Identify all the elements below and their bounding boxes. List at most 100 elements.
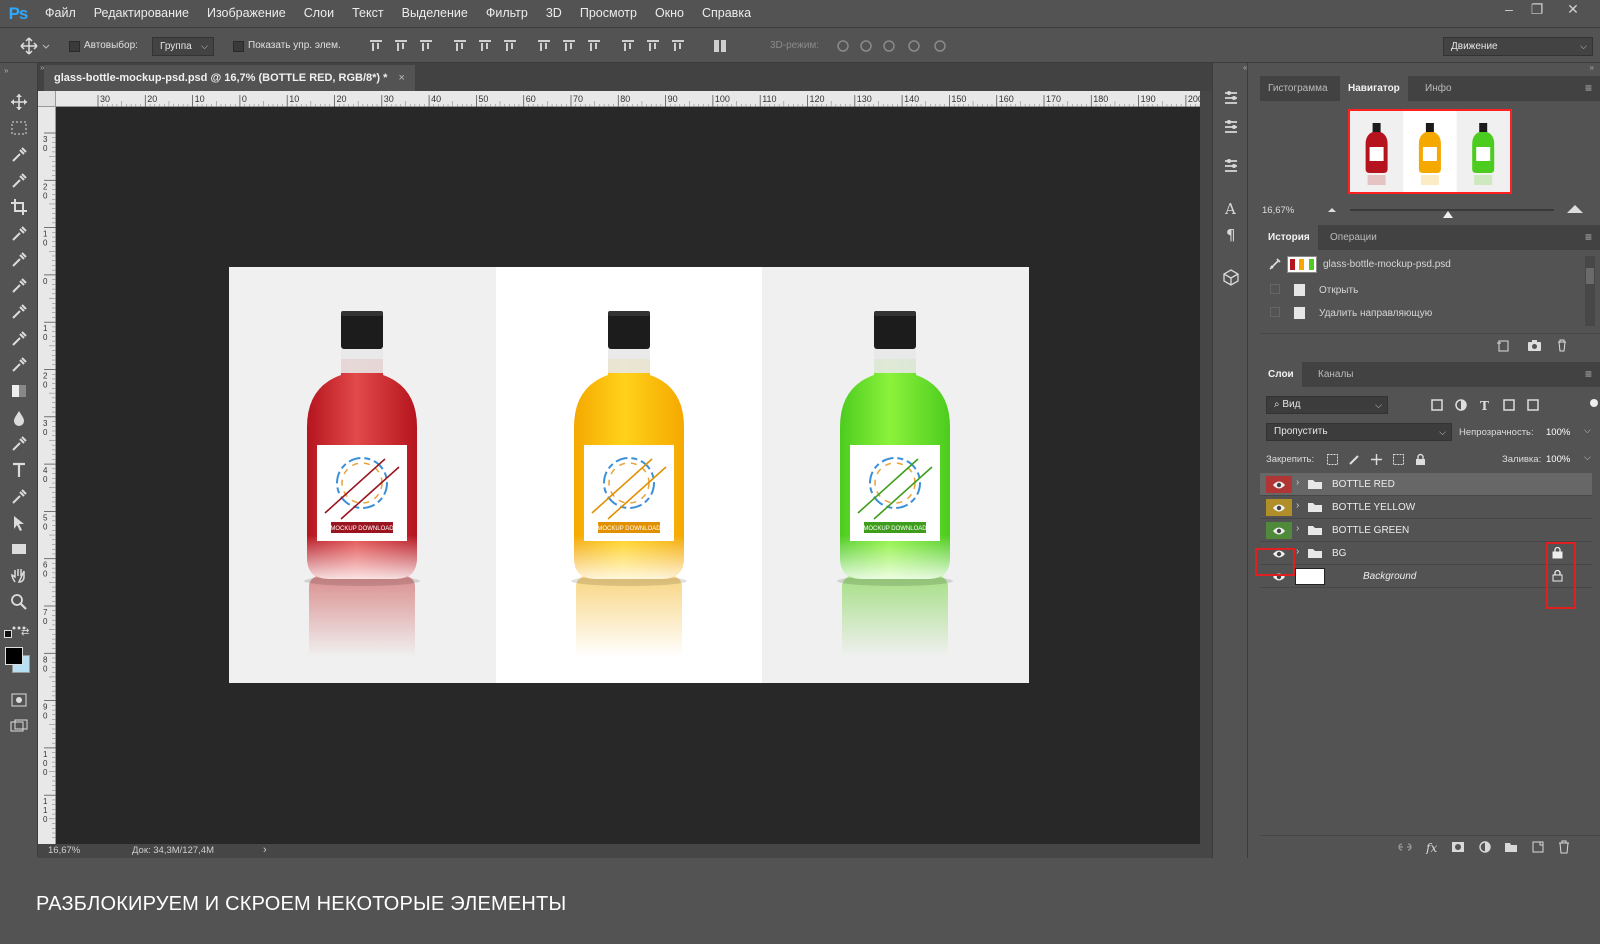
layer-row[interactable]: › BOTTLE RED: [1260, 473, 1592, 496]
opacity-chevron-down-icon[interactable]: ⌵: [1584, 425, 1591, 436]
menu-item[interactable]: Слои: [295, 0, 343, 27]
restore-button[interactable]: ❐: [1522, 0, 1552, 20]
healing-brush-tool-icon[interactable]: [7, 249, 31, 271]
bottle-yellow-panel[interactable]: MOCKUP DOWNLOAD: [495, 267, 763, 683]
align-distribute-icon[interactable]: [586, 38, 602, 54]
dodge-tool-icon[interactable]: [7, 433, 31, 455]
workspace-dropdown[interactable]: Движение ⌵: [1443, 37, 1593, 56]
clone-source-icon[interactable]: [1222, 157, 1240, 175]
align-distribute-icon[interactable]: [502, 38, 518, 54]
slide-3d-icon[interactable]: [906, 38, 922, 54]
camera-icon[interactable]: [1527, 339, 1542, 352]
layer-visibility-toggle[interactable]: [1266, 476, 1292, 493]
swap-colors-icon[interactable]: ⇄: [21, 627, 29, 638]
history-checkbox[interactable]: [1270, 307, 1280, 317]
zoom-slider-thumb[interactable]: [1442, 209, 1454, 219]
blend-mode-dropdown[interactable]: Пропустить ⌵: [1266, 423, 1452, 441]
trash-icon[interactable]: [1556, 339, 1568, 352]
zoom-tool-icon[interactable]: [7, 591, 31, 613]
collapse-right-panels-icon[interactable]: »: [1590, 63, 1594, 72]
align-distribute-icon[interactable]: [620, 38, 636, 54]
adjustment-filter-icon[interactable]: [1454, 398, 1468, 412]
path-select-tool-icon[interactable]: [7, 512, 31, 534]
layer-row[interactable]: Background: [1260, 565, 1592, 588]
expand-chevron-icon[interactable]: ›: [1296, 500, 1299, 511]
tab-navigator[interactable]: Навигатор: [1340, 76, 1408, 101]
rectangle-tool-icon[interactable]: [7, 538, 31, 560]
3d-icon[interactable]: [1222, 268, 1240, 286]
delete-layer-icon[interactable]: [1557, 840, 1571, 854]
panel-menu-icon[interactable]: ≡: [1585, 367, 1592, 381]
history-checkbox[interactable]: [1270, 284, 1280, 294]
lock-position-icon[interactable]: [1370, 453, 1383, 466]
character-icon[interactable]: A: [1222, 199, 1240, 217]
menu-item[interactable]: Файл: [36, 0, 85, 27]
tab-channels[interactable]: Каналы: [1310, 362, 1362, 387]
lock-transparency-icon[interactable]: [1326, 453, 1339, 466]
show-transform-checkbox[interactable]: [233, 41, 244, 52]
autoselect-dropdown[interactable]: Группа ⌵: [152, 37, 214, 56]
layer-name[interactable]: BOTTLE YELLOW: [1332, 502, 1415, 513]
link-layers-icon[interactable]: [1398, 840, 1412, 854]
pixel-filter-icon[interactable]: [1430, 398, 1444, 412]
align-distribute-icon[interactable]: [536, 38, 552, 54]
document-canvas[interactable]: MOCKUP DOWNLOAD MOCKUP DOWNLOAD MOCKUP DOW…: [229, 267, 1030, 683]
type-tool-icon[interactable]: [7, 459, 31, 481]
screen-mode-icon[interactable]: [7, 715, 31, 737]
blur-tool-icon[interactable]: [7, 407, 31, 429]
align-distribute-icon[interactable]: [561, 38, 577, 54]
layer-name[interactable]: BOTTLE GREEN: [1332, 525, 1409, 536]
layer-name[interactable]: Background: [1363, 571, 1416, 582]
close-tab-icon[interactable]: ×: [399, 72, 405, 84]
paragraph-icon[interactable]: ¶: [1222, 225, 1240, 243]
bottle-green-panel[interactable]: MOCKUP DOWNLOAD: [762, 267, 1030, 683]
quick-mask-icon[interactable]: [7, 689, 31, 711]
tab-history[interactable]: История: [1260, 225, 1318, 250]
layer-name[interactable]: BG: [1332, 548, 1346, 559]
roll-3d-icon[interactable]: [858, 38, 874, 54]
align-distribute-icon[interactable]: [452, 38, 468, 54]
brush-tool-icon[interactable]: [7, 275, 31, 297]
layer-visibility-toggle[interactable]: [1266, 499, 1292, 516]
menu-item[interactable]: Окно: [646, 0, 693, 27]
tab-layers[interactable]: Слои: [1260, 362, 1302, 387]
foreground-color-swatch[interactable]: [5, 647, 23, 665]
magic-wand-tool-icon[interactable]: [7, 170, 31, 192]
align-distribute-icon[interactable]: [645, 38, 661, 54]
lock-pixels-icon[interactable]: [1348, 453, 1361, 466]
vertical-scrollbar[interactable]: [1200, 91, 1212, 844]
align-distribute-icon[interactable]: [670, 38, 686, 54]
layer-row[interactable]: › BOTTLE GREEN: [1260, 519, 1592, 542]
pan-3d-icon[interactable]: [881, 38, 897, 54]
type-filter-icon[interactable]: T: [1478, 398, 1492, 412]
menu-item[interactable]: Редактирование: [85, 0, 198, 27]
hand-tool-icon[interactable]: [7, 564, 31, 586]
expand-chevron-icon[interactable]: ›: [1296, 477, 1299, 488]
brush-presets-icon[interactable]: [1222, 89, 1240, 107]
new-document-from-state-icon[interactable]: [1496, 339, 1510, 352]
add-mask-icon[interactable]: [1451, 840, 1465, 854]
layer-row[interactable]: › BOTTLE YELLOW: [1260, 496, 1592, 519]
fx-icon[interactable]: fx: [1425, 840, 1439, 854]
move-tool-preset-icon[interactable]: [20, 37, 50, 55]
collapse-toolbar-icon[interactable]: »: [4, 66, 8, 75]
zoom-in-icon[interactable]: [1566, 202, 1584, 214]
lasso-tool-icon[interactable]: [7, 144, 31, 166]
lock-all-icon[interactable]: [1414, 453, 1427, 466]
history-item[interactable]: Удалить направляющую: [1260, 302, 1590, 326]
layer-row[interactable]: › BG: [1260, 542, 1592, 565]
default-colors-icon[interactable]: [4, 630, 12, 638]
tab-info[interactable]: Инфо: [1417, 76, 1460, 101]
fill-value[interactable]: 100%: [1546, 454, 1570, 465]
history-brush-tool-icon[interactable]: [7, 328, 31, 350]
history-brush-icon[interactable]: [1268, 257, 1282, 271]
new-adjustment-layer-icon[interactable]: [1478, 840, 1492, 854]
tab-actions[interactable]: Операции: [1322, 225, 1385, 250]
history-item[interactable]: Открыть: [1260, 279, 1590, 303]
vertical-ruler[interactable]: 3020100102030405060708090100110: [38, 107, 56, 844]
autoselect-checkbox[interactable]: [69, 41, 80, 52]
collapse-iconstrip-icon[interactable]: «: [1243, 63, 1247, 72]
menu-item[interactable]: Справка: [693, 0, 760, 27]
opacity-value[interactable]: 100%: [1546, 427, 1570, 438]
history-snapshot[interactable]: glass-bottle-mockup-psd.psd: [1260, 253, 1590, 277]
